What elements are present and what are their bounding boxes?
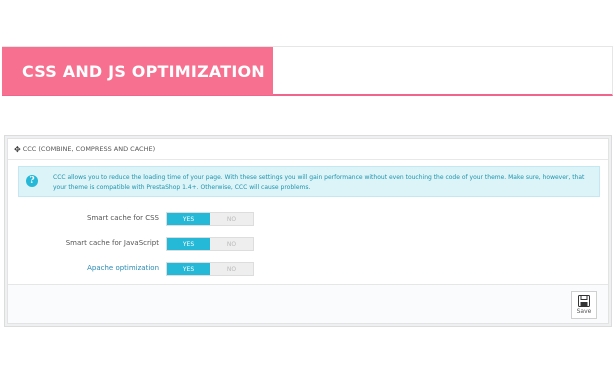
- setting-label-css: Smart cache for CSS: [87, 214, 159, 222]
- apache-optimization-switch[interactable]: YES NO: [166, 262, 254, 276]
- move-arrows-icon: ✥: [14, 144, 21, 154]
- panel-body: ✥ CCC (COMBINE, COMPRESS AND CACHE) ? CC…: [7, 138, 609, 324]
- info-alert: ? CCC allows you to reduce the loading t…: [18, 166, 600, 197]
- css-cache-no[interactable]: NO: [210, 213, 253, 225]
- floppy-disk-icon: [578, 295, 590, 307]
- setting-label-js: Smart cache for JavaScript: [65, 239, 159, 247]
- apache-optimization-yes[interactable]: YES: [167, 263, 210, 275]
- panel-heading-text: CCC (COMBINE, COMPRESS AND CACHE): [22, 145, 156, 153]
- apache-optimization-no[interactable]: NO: [210, 263, 253, 275]
- info-icon: ?: [26, 175, 38, 187]
- setting-row-js: Smart cache for JavaScript YES NO: [8, 237, 608, 251]
- section-banner: CSS AND JS OPTIMIZATION: [2, 46, 613, 96]
- js-cache-no[interactable]: NO: [210, 238, 253, 250]
- js-cache-switch[interactable]: YES NO: [166, 237, 254, 251]
- js-cache-yes[interactable]: YES: [167, 238, 210, 250]
- banner-title: CSS AND JS OPTIMIZATION: [22, 61, 265, 81]
- setting-row-apache: Apache optimization YES NO: [8, 262, 608, 276]
- panel-heading: ✥ CCC (COMBINE, COMPRESS AND CACHE): [8, 139, 608, 160]
- ccc-panel: ✥ CCC (COMBINE, COMPRESS AND CACHE) ? CC…: [4, 135, 612, 327]
- setting-label-apache[interactable]: Apache optimization: [87, 264, 159, 272]
- css-cache-switch[interactable]: YES NO: [166, 212, 254, 226]
- alert-text: CCC allows you to reduce the loading tim…: [53, 174, 585, 191]
- banner-tab: CSS AND JS OPTIMIZATION: [2, 47, 273, 95]
- panel-footer: Save: [8, 284, 608, 323]
- save-button[interactable]: Save: [571, 291, 597, 319]
- setting-row-css: Smart cache for CSS YES NO: [8, 212, 608, 226]
- css-cache-yes[interactable]: YES: [167, 213, 210, 225]
- save-label: Save: [576, 308, 592, 315]
